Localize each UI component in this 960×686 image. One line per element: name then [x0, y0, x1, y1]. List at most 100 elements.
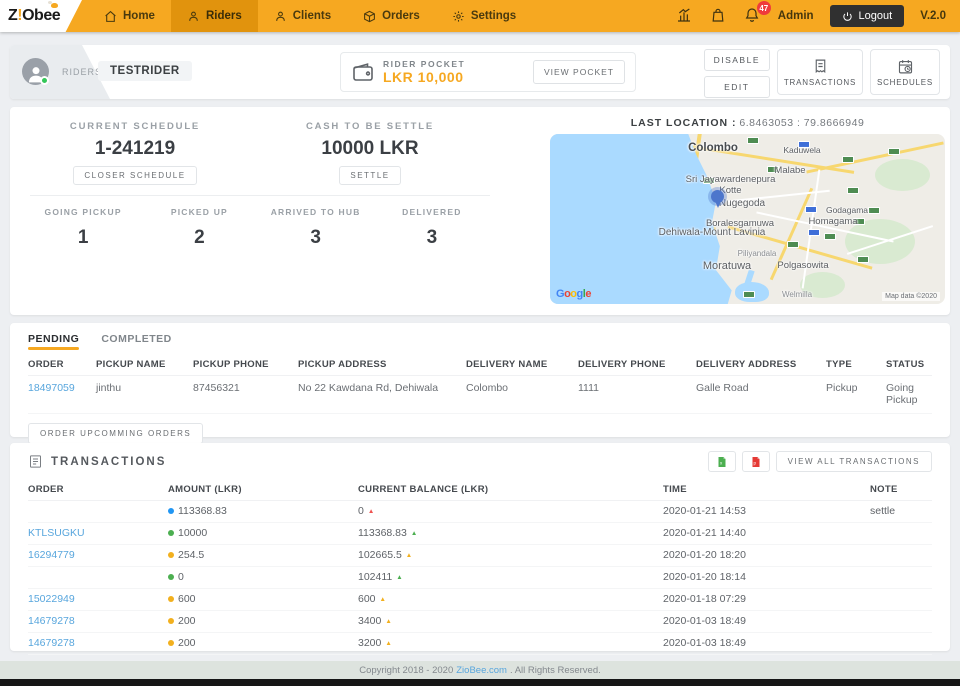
orders-table-header: ORDER PICKUP NAME PICKUP PHONE PICKUP AD…: [28, 359, 932, 376]
time-cell: 2020-01-03 18:49: [663, 611, 870, 633]
stat-value: 3: [258, 227, 374, 249]
view-all-transactions-button[interactable]: VIEW ALL TRANSACTIONS: [776, 451, 932, 472]
breadcrumb: RIDERS: [62, 67, 102, 77]
order-link[interactable]: 18497059: [28, 382, 75, 394]
map-label-colombo: Colombo: [688, 142, 738, 154]
pickup-address-cell: No 22 Kawdana Rd, Dehiwala: [298, 376, 466, 414]
trend-arrow: [406, 552, 412, 559]
col-status: STATUS: [886, 359, 932, 370]
road-shield: [747, 137, 759, 144]
road-shield: [824, 233, 836, 240]
settle-button[interactable]: SETTLE: [339, 166, 400, 185]
cash-settle-label: CASH TO BE SETTLE: [265, 121, 475, 132]
order-row: 18497059 jinthu 87456321 No 22 Kawdana R…: [28, 376, 932, 414]
nav-item-orders[interactable]: Orders: [347, 0, 436, 32]
nav-item-riders[interactable]: Riders: [171, 0, 258, 32]
current-schedule-label: CURRENT SCHEDULE: [30, 121, 240, 132]
calendar-clock-icon: [897, 58, 914, 75]
order-link[interactable]: 14679278: [28, 615, 75, 627]
order-link[interactable]: 15022949: [28, 593, 75, 605]
amount-value: 113368.83: [178, 505, 227, 517]
col-amount: AMOUNT (LKR): [168, 484, 358, 495]
notifications-button[interactable]: 47: [744, 7, 762, 25]
road-shield: [805, 206, 817, 213]
map-label-kaduwela: Kaduwela: [783, 145, 820, 155]
shopping-bag-icon: [710, 7, 726, 23]
order-link[interactable]: 14679278: [28, 637, 75, 649]
amount-dot: [168, 574, 174, 580]
rider-name: TESTRIDER: [98, 61, 192, 81]
trend-arrow: [411, 530, 417, 537]
nav-item-label: Home: [123, 10, 155, 22]
nav-item-clients[interactable]: Clients: [258, 0, 347, 32]
transactions-card: TRANSACTIONS x p VIEW ALL TRANSACTIONS O…: [10, 443, 950, 651]
location-map[interactable]: Colombo Kaduwela Malabe Sri Jayawardenep…: [550, 134, 945, 304]
export-excel-button[interactable]: x: [708, 451, 736, 472]
transaction-row: 113368.83 0 2020-01-21 14:53 settle: [28, 501, 932, 523]
trend-arrow: [385, 640, 391, 647]
nav-item-label: Orders: [382, 10, 420, 22]
gear-icon: [452, 10, 465, 23]
delivery-phone-cell: 1111: [578, 376, 696, 414]
reports-button[interactable]: [676, 7, 694, 25]
map-label-piliyandala: Piliyandala: [738, 249, 777, 258]
disable-button[interactable]: DISABLE: [704, 49, 770, 71]
note-cell: settle: [870, 501, 932, 523]
closer-schedule-button[interactable]: CLOSER SCHEDULE: [73, 166, 196, 185]
note-cell: [870, 567, 932, 589]
nav-item-home[interactable]: Home: [88, 0, 171, 32]
time-cell: 2020-01-21 14:40: [663, 523, 870, 545]
last-location-label: LAST LOCATION :: [631, 117, 737, 129]
time-cell: 2020-01-03 18:49: [663, 633, 870, 655]
pocket-amount: LKR 10,000: [383, 69, 465, 85]
rider-actions: DISABLE EDIT TRANSACTIONS SCHEDULES: [704, 49, 940, 98]
order-link[interactable]: 16294779: [28, 549, 75, 561]
tab-pending[interactable]: PENDING: [28, 333, 79, 350]
client-icon: [274, 10, 287, 23]
order-link[interactable]: KTLSUGKU: [28, 527, 85, 539]
user-menu[interactable]: Admin: [778, 10, 814, 22]
package-icon: [363, 10, 376, 23]
footer-link[interactable]: ZioBee.com: [456, 665, 507, 676]
transaction-row: 0 102411 2020-01-20 18:14: [28, 567, 932, 589]
tab-completed[interactable]: COMPLETED: [101, 333, 171, 350]
order-upcoming-orders-button[interactable]: ORDER UPCOMMING ORDERS: [28, 423, 203, 444]
amount-dot: [168, 552, 174, 558]
amount-value: 254.5: [178, 549, 204, 561]
app-logo[interactable]: Z!Obee: [0, 0, 82, 32]
stat-label: GOING PICKUP: [25, 207, 141, 217]
transactions-header: TRANSACTIONS x p VIEW ALL TRANSACTIONS: [28, 451, 932, 472]
nav-item-label: Riders: [206, 10, 242, 22]
notification-badge: 47: [757, 1, 771, 15]
nav-item-settings[interactable]: Settings: [436, 0, 532, 32]
amount-dot: [168, 508, 174, 514]
col-type: TYPE: [826, 359, 886, 370]
edit-button[interactable]: EDIT: [704, 76, 770, 98]
bee-icon: [51, 3, 58, 8]
map-park: [875, 159, 930, 191]
view-pocket-button[interactable]: VIEW POCKET: [533, 60, 625, 84]
pocket-label: RIDER POCKET: [383, 59, 465, 69]
time-cell: 2020-01-20 18:14: [663, 567, 870, 589]
rider-pocket-box: RIDER POCKET LKR 10,000 VIEW POCKET: [340, 52, 636, 92]
stat-picked-up: PICKED UP 2: [141, 207, 257, 249]
nav-item-label: Clients: [293, 10, 331, 22]
map-label-godagama: Godagama: [826, 205, 868, 215]
note-cell: [870, 523, 932, 545]
overview-card: CURRENT SCHEDULE 1-241219 CLOSER SCHEDUL…: [10, 107, 950, 315]
last-location-value: 6.8463053 : 79.8666949: [739, 117, 864, 129]
nav-item-label: Settings: [471, 10, 516, 22]
schedules-button[interactable]: SCHEDULES: [870, 49, 940, 95]
export-pdf-button[interactable]: p: [742, 451, 770, 472]
delivery-name-cell: Colombo: [466, 376, 578, 414]
top-nav: Z!Obee Home Riders Clients Orders S: [0, 0, 960, 32]
transactions-button[interactable]: TRANSACTIONS: [777, 49, 863, 95]
online-status-dot: [40, 76, 49, 85]
transaction-row: 14679278 200 3400 2020-01-03 18:49: [28, 611, 932, 633]
amount-value: 200: [178, 615, 196, 627]
rider-location-marker[interactable]: [711, 190, 724, 203]
cart-button[interactable]: [710, 7, 728, 25]
note-cell: [870, 611, 932, 633]
logout-button[interactable]: Logout: [830, 5, 905, 27]
logo-text: Z!Obee: [8, 7, 60, 25]
